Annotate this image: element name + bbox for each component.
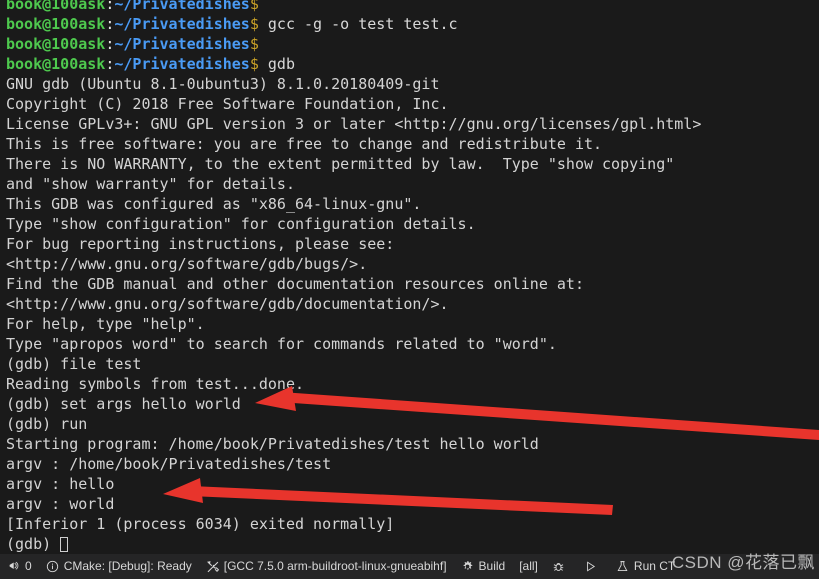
terminal-line-output: <http://www.gnu.org/software/gdb/documen… [6, 295, 449, 313]
problems-count: 0 [25, 559, 32, 573]
terminal-line-prompt: book@100ask:~/Privatedishes$ gdb [6, 54, 819, 74]
bell-icon [7, 560, 21, 574]
terminal-line-output: argv : world [6, 495, 115, 513]
prompt-path: ~/Privatedishes [114, 0, 250, 13]
terminal-line-output: License GPLv3+: GNU GPL version 3 or lat… [6, 115, 702, 133]
terminal-line-output: argv : /home/book/Privatedishes/test [6, 455, 332, 473]
prompt-dollar: $ [249, 35, 259, 53]
prompt-user: book@100ask [6, 35, 106, 53]
build-target-label: [all] [519, 559, 538, 573]
build-label: Build [478, 559, 506, 573]
terminal-line-gdb-command: (gdb) run [6, 415, 88, 433]
beaker-icon [616, 560, 630, 574]
bug-icon [552, 560, 566, 574]
status-bar: 0 CMake: [Debug]: Ready [GCC 7.5.0 arm-b… [0, 554, 819, 579]
cmake-status-label: CMake: [Debug]: Ready [63, 559, 192, 573]
terminal-line-output: Type "apropos word" to search for comman… [6, 335, 557, 353]
prompt-user: book@100ask [6, 55, 106, 73]
prompt-dollar: $ [249, 0, 259, 13]
prompt-command-gcc: gcc -g -o test test.c [258, 15, 458, 33]
terminal-line-output: This GDB was configured as "x86_64-linux… [6, 195, 422, 213]
terminal-output: book@100ask:~/Privatedishes$ book@100ask… [6, 0, 819, 554]
terminal-line-gdb-command: (gdb) file test [6, 355, 142, 373]
terminal-line-prompt: book@100ask:~/Privatedishes$ [6, 34, 819, 54]
prompt-dollar: $ [249, 15, 259, 33]
terminal-line-output: Type "show configuration" for configurat… [6, 215, 476, 233]
cmake-kit-label: [GCC 7.5.0 arm-buildroot-linux-gnueabihf… [223, 559, 447, 573]
gdb-prompt: (gdb) [6, 535, 61, 553]
play-icon [584, 560, 598, 574]
prompt-dollar: $ [249, 55, 259, 73]
terminal-line-output: Copyright (C) 2018 Free Software Foundat… [6, 95, 449, 113]
tools-icon [206, 560, 220, 574]
status-bar-item-cmake-kit[interactable]: [GCC 7.5.0 arm-buildroot-linux-gnueabihf… [199, 554, 454, 579]
gear-icon [461, 560, 475, 574]
prompt-command-gdb: gdb [258, 55, 295, 73]
status-bar-item-build[interactable]: Build [454, 554, 513, 579]
status-bar-item-debug[interactable] [545, 554, 577, 579]
status-bar-item-build-target[interactable]: [all] [512, 554, 545, 579]
terminal-line-output: [Inferior 1 (process 6034) exited normal… [6, 515, 395, 533]
terminal-line-prompt: book@100ask:~/Privatedishes$ gcc -g -o t… [6, 14, 819, 34]
status-bar-item-run-ctest[interactable]: Run CT [609, 554, 682, 579]
terminal-line-active-prompt[interactable]: (gdb) [6, 534, 819, 554]
status-bar-item-cmake-status[interactable]: CMake: [Debug]: Ready [39, 554, 199, 579]
prompt-path: ~/Privatedishes [114, 15, 250, 33]
terminal-line-output: Find the GDB manual and other documentat… [6, 275, 584, 293]
run-ctest-label: Run CT [633, 559, 676, 573]
terminal-line-output: For help, type "help". [6, 315, 205, 333]
terminal-line-output: For bug reporting instructions, please s… [6, 235, 395, 253]
status-bar-item-problems[interactable]: 0 [0, 554, 39, 579]
prompt-user: book@100ask [6, 15, 106, 33]
vscode-window: book@100ask:~/Privatedishes$ book@100ask… [0, 0, 819, 579]
prompt-path: ~/Privatedishes [114, 55, 250, 73]
prompt-path: ~/Privatedishes [114, 35, 250, 53]
status-bar-item-run[interactable] [577, 554, 609, 579]
terminal-line-output: <http://www.gnu.org/software/gdb/bugs/>. [6, 255, 368, 273]
terminal-cursor [60, 537, 69, 552]
prompt-user: book@100ask [6, 0, 106, 13]
terminal-line-gdb-command: (gdb) set args hello world [6, 395, 241, 413]
terminal-line-prompt: book@100ask:~/Privatedishes$ [6, 0, 819, 14]
terminal-line-output: This is free software: you are free to c… [6, 135, 603, 153]
integrated-terminal[interactable]: book@100ask:~/Privatedishes$ book@100ask… [0, 0, 819, 554]
terminal-line-output: Reading symbols from test...done. [6, 375, 305, 393]
terminal-line-output: GNU gdb (Ubuntu 8.1-0ubuntu3) 8.1.0.2018… [6, 75, 440, 93]
info-circle-icon [46, 560, 60, 574]
terminal-line-output: Starting program: /home/book/Privatedish… [6, 435, 539, 453]
terminal-line-output: argv : hello [6, 475, 115, 493]
terminal-line-output: and "show warranty" for details. [6, 175, 295, 193]
terminal-line-output: There is NO WARRANTY, to the extent perm… [6, 155, 675, 173]
